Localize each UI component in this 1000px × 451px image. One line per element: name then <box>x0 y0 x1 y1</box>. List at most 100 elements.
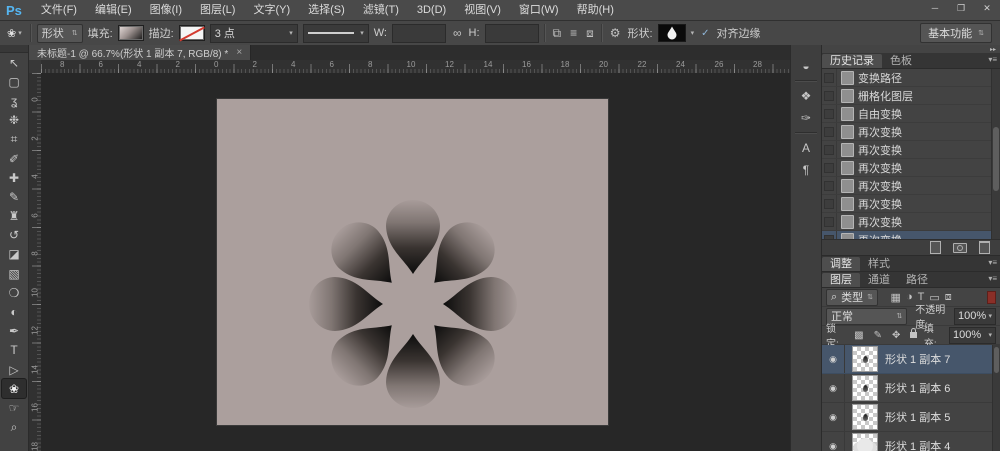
menu-item-7[interactable]: 3D(D) <box>408 0 455 20</box>
lock-image-pixels-icon[interactable]: ✎ <box>871 330 885 341</box>
layers-tab-0[interactable]: 图层 <box>822 273 860 287</box>
history-state-row[interactable]: 再次变换 <box>822 159 1000 177</box>
fill-swatch[interactable] <box>118 25 144 41</box>
history-state-row[interactable]: 再次变换 <box>822 123 1000 141</box>
align-edges-checkbox[interactable]: ✓ <box>699 28 711 39</box>
layer-visibility-eye-icon[interactable]: ◉ <box>822 403 845 431</box>
eraser-tool[interactable]: ◪ <box>2 245 26 264</box>
history-source-checkbox[interactable] <box>822 213 837 230</box>
history-scrollbar[interactable] <box>991 69 1000 239</box>
history-source-checkbox[interactable] <box>822 195 837 212</box>
crop-tool[interactable]: ⌗ <box>2 130 26 149</box>
layer-filter-toggle[interactable] <box>987 291 996 304</box>
panel-menu-icon[interactable]: ▾≡ <box>988 274 997 283</box>
adjustments-tab-0[interactable]: 调整 <box>822 257 860 271</box>
opacity-field[interactable]: 100% ▾ <box>954 308 996 325</box>
history-source-checkbox[interactable] <box>822 177 837 194</box>
lock-transparent-pixels-icon[interactable]: ▩ <box>851 330 866 341</box>
path-arrangement-icon[interactable]: ⧈ <box>584 26 596 41</box>
layer-row[interactable]: ◉形状 1 副本 7 <box>822 345 1000 374</box>
pen-tool[interactable]: ✒ <box>2 322 26 341</box>
lasso-tool[interactable]: ʓ <box>2 91 26 110</box>
menu-item-8[interactable]: 视图(V) <box>455 0 510 20</box>
menu-item-1[interactable]: 编辑(E) <box>86 0 141 20</box>
history-source-checkbox[interactable] <box>822 231 837 239</box>
history-state-row[interactable]: 自由变换 <box>822 105 1000 123</box>
restore-button[interactable]: ❐ <box>948 0 974 16</box>
brush-panel-icon[interactable]: ✑ <box>794 107 818 129</box>
path-alignment-icon[interactable]: ≡ <box>568 26 579 40</box>
layer-row[interactable]: ◉形状 1 副本 6 <box>822 374 1000 403</box>
document-tab[interactable]: 未标题-1 @ 66.7%(形状 1 副本 7, RGB/8) * × <box>29 45 251 60</box>
history-source-checkbox[interactable] <box>822 123 837 140</box>
history-source-checkbox[interactable] <box>822 69 837 86</box>
layer-filter-kind-select[interactable]: ⌕ 类型 ⇅ <box>826 289 878 306</box>
menu-item-6[interactable]: 滤镜(T) <box>354 0 408 20</box>
filter-adjustment-layers-icon[interactable]: ◑ <box>903 291 915 304</box>
adjustments-panel-icon[interactable]: ◒ <box>794 55 818 77</box>
stroke-swatch[interactable] <box>179 25 205 41</box>
history-source-checkbox[interactable] <box>822 159 837 176</box>
custom-shape-tool[interactable]: ❀ <box>2 379 26 398</box>
stroke-width-field[interactable]: 3 点 ▾ <box>210 24 298 43</box>
move-tool[interactable]: ↖ <box>2 53 26 72</box>
history-source-checkbox[interactable] <box>822 141 837 158</box>
type-tool[interactable]: T <box>2 341 26 360</box>
stroke-style-select[interactable]: ▾ <box>303 24 369 43</box>
collapse-panels-icon[interactable]: ▸▸ <box>990 46 996 53</box>
history-state-row[interactable]: 再次变换 <box>822 213 1000 231</box>
layer-visibility-eye-icon[interactable]: ◉ <box>822 374 845 402</box>
fill-field[interactable]: 100% ▾ <box>949 327 996 344</box>
tool-preset-picker[interactable]: ❀ ▾ <box>4 27 25 40</box>
dodge-tool[interactable]: ◐ <box>2 302 26 321</box>
path-operations-icon[interactable]: ⧉ <box>551 26 564 41</box>
tool-mode-select[interactable]: 形状 ⇅ <box>37 24 83 43</box>
new-document-from-state-icon[interactable] <box>930 241 941 254</box>
close-button[interactable]: ✕ <box>974 0 1000 16</box>
blur-tool[interactable]: ❍ <box>2 283 26 302</box>
link-dimensions-icon[interactable]: ∞ <box>451 26 464 40</box>
3d-panel-icon[interactable]: ❖ <box>794 85 818 107</box>
zoom-tool[interactable]: ⌕ <box>2 418 26 437</box>
menu-item-10[interactable]: 帮助(H) <box>568 0 623 20</box>
history-state-row[interactable]: 再次变换 <box>822 141 1000 159</box>
layer-row[interactable]: ◉形状 1 副本 4 <box>822 432 1000 451</box>
layer-visibility-eye-icon[interactable]: ◉ <box>822 345 845 373</box>
shape-picker-swatch[interactable] <box>658 24 686 42</box>
layers-tab-1[interactable]: 通道 <box>860 273 898 287</box>
close-document-icon[interactable]: × <box>236 47 242 58</box>
marquee-tool[interactable]: ▢ <box>2 72 26 91</box>
layer-thumbnail[interactable] <box>852 404 878 430</box>
layer-thumbnail[interactable] <box>852 346 878 372</box>
history-tab-1[interactable]: 色板 <box>882 54 920 68</box>
toolbar-grip[interactable] <box>0 45 28 53</box>
horizontal-ruler[interactable]: 8642024681012141618202224262830 <box>41 60 790 74</box>
hand-tool[interactable]: ☞ <box>2 398 26 417</box>
menu-item-4[interactable]: 文字(Y) <box>244 0 299 20</box>
workspace-switcher-button[interactable]: 基本功能 ⇅ <box>920 23 992 43</box>
history-brush-tool[interactable]: ↺ <box>2 226 26 245</box>
layer-visibility-eye-icon[interactable]: ◉ <box>822 432 845 451</box>
height-input[interactable] <box>485 24 539 43</box>
canvas[interactable] <box>217 99 608 425</box>
history-state-row[interactable]: 栅格化图层 <box>822 87 1000 105</box>
history-state-row[interactable]: 再次变换 <box>822 231 1000 239</box>
menu-item-2[interactable]: 图像(I) <box>141 0 191 20</box>
path-selection-tool[interactable]: ▷ <box>2 360 26 379</box>
panel-menu-icon[interactable]: ▾≡ <box>988 258 997 267</box>
healing-brush-tool[interactable]: ✚ <box>2 168 26 187</box>
history-source-checkbox[interactable] <box>822 87 837 104</box>
menu-item-3[interactable]: 图层(L) <box>191 0 244 20</box>
caret-down-icon[interactable]: ▾ <box>691 29 695 37</box>
paragraph-panel-icon[interactable]: ¶ <box>794 159 818 181</box>
width-input[interactable] <box>392 24 446 43</box>
lock-position-icon[interactable]: ✥ <box>889 330 903 341</box>
new-snapshot-icon[interactable] <box>953 243 967 253</box>
minimize-button[interactable]: ─ <box>922 0 948 16</box>
history-state-row[interactable]: 变换路径 <box>822 69 1000 87</box>
layer-row[interactable]: ◉形状 1 副本 5 <box>822 403 1000 432</box>
quick-selection-tool[interactable]: ❉ <box>2 111 26 130</box>
panel-menu-icon[interactable]: ▾≡ <box>988 55 997 64</box>
eyedropper-tool[interactable]: ✐ <box>2 149 26 168</box>
gear-icon[interactable]: ⚙ <box>608 26 623 40</box>
